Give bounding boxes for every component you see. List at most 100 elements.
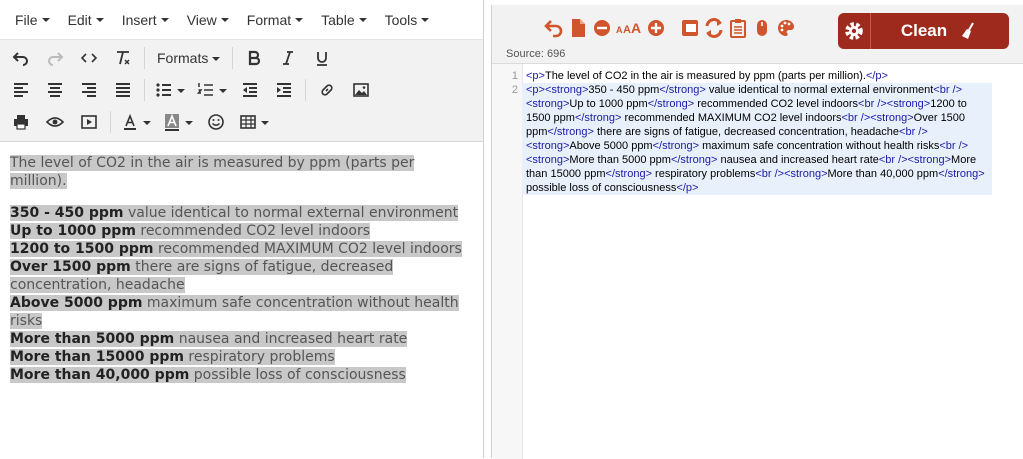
outdent-button[interactable]: [235, 77, 265, 103]
level-description: recommended MAXIMUM CO2 level indoors: [153, 241, 462, 257]
font-size-icon: AAA: [616, 20, 641, 36]
menu-label: Tools: [384, 11, 418, 28]
menu-insert[interactable]: Insert: [113, 12, 178, 28]
editor-content[interactable]: The level of CO2 in the air is measured …: [0, 142, 483, 410]
decrease-font-button[interactable]: [591, 17, 613, 39]
code-text: there are signs of fatigue, decreased co…: [593, 126, 900, 138]
caret-down-icon[interactable]: [261, 120, 269, 125]
font-size-button[interactable]: AAA: [615, 17, 643, 39]
clean-button[interactable]: Clean: [871, 13, 1009, 49]
print-button[interactable]: [6, 109, 36, 135]
level-line: 1200 to 1500 ppm recommended MAXIMUM CO2…: [10, 241, 462, 257]
caret-down-icon: [212, 56, 221, 61]
svg-text:A: A: [616, 25, 623, 35]
mouse-button[interactable]: [751, 17, 773, 39]
insert-link-button[interactable]: [312, 77, 342, 103]
italic-button[interactable]: [273, 45, 303, 71]
wrap-button[interactable]: [679, 17, 701, 39]
indent-button[interactable]: [269, 77, 299, 103]
caret-down-icon[interactable]: [185, 120, 193, 125]
menu-format[interactable]: Format: [238, 12, 312, 28]
menu-label: File: [15, 11, 38, 28]
clean-settings-button[interactable]: [838, 13, 871, 49]
intro-text: The level of CO2 in the air is measured …: [10, 155, 415, 189]
text-color-button[interactable]: [117, 109, 155, 135]
media-icon: [81, 115, 97, 129]
insert-image-button[interactable]: [346, 77, 376, 103]
justify-icon: [116, 83, 130, 97]
clear-formatting-button[interactable]: [108, 45, 138, 71]
menu-label: Table: [321, 11, 355, 28]
level-description: recommended CO2 level indoors: [135, 223, 371, 239]
caret-down-icon[interactable]: [219, 88, 227, 93]
menu-table[interactable]: Table: [312, 12, 375, 28]
increase-font-button[interactable]: [645, 17, 667, 39]
outdent-icon: [243, 83, 257, 97]
undo-button[interactable]: [6, 45, 36, 71]
source-code-button[interactable]: [74, 45, 104, 71]
source-code-editor[interactable]: 1 2 <p>The level of CO2 in the air is me…: [492, 63, 1023, 459]
caret-down-icon: [220, 18, 229, 22]
underline-button[interactable]: [307, 45, 337, 71]
clean-control: Clean: [838, 13, 1009, 49]
toolbar-separator: [232, 47, 234, 69]
bold-button[interactable]: [239, 45, 269, 71]
caret-down-icon[interactable]: [143, 120, 151, 125]
code-text: The level of CO2 in the air is measured …: [544, 70, 866, 82]
table-icon: [240, 115, 256, 129]
align-right-button[interactable]: [74, 77, 104, 103]
align-center-icon: [48, 83, 62, 97]
justify-button[interactable]: [108, 77, 138, 103]
formats-dropdown[interactable]: Formats: [149, 50, 228, 66]
menu-tools[interactable]: Tools: [376, 12, 439, 28]
menu-file[interactable]: File: [6, 12, 59, 28]
background-color-button[interactable]: [159, 109, 197, 135]
source-panel: AAA Clean Source: 696 1 2 <p>The level o…: [491, 5, 1023, 459]
code-text: Up to 1000 ppm: [569, 98, 648, 110]
redo-button[interactable]: [40, 45, 70, 71]
indent-icon: [277, 83, 291, 97]
editor-panel: File Edit Insert View Format Table Tools…: [0, 0, 484, 458]
toolbar-separator: [305, 79, 306, 101]
caret-down-icon[interactable]: [177, 88, 185, 93]
code-text: 350 - 450 ppm: [588, 84, 660, 96]
clipboard-button[interactable]: [727, 17, 749, 39]
table-button[interactable]: [235, 109, 273, 135]
svg-text:A: A: [631, 20, 641, 36]
numbered-list-button[interactable]: [193, 77, 231, 103]
align-center-button[interactable]: [40, 77, 70, 103]
bullet-list-button[interactable]: [151, 77, 189, 103]
code-text: Above 5000 ppm: [569, 140, 653, 152]
code-text: maximum safe concentration without healt…: [699, 140, 940, 152]
gear-icon: [845, 22, 863, 40]
source-toolbar: AAA Clean: [492, 5, 1023, 49]
editor-toolbar: Formats: [0, 40, 483, 142]
level-description: nausea and increased heart rate: [174, 331, 408, 347]
code-text: respiratory problems: [652, 168, 756, 180]
caret-down-icon: [41, 18, 50, 22]
toolbar-separator: [144, 47, 145, 69]
line-number-gutter: 1 2: [492, 64, 523, 459]
emoticons-button[interactable]: [201, 109, 231, 135]
code-text: recommended MAXIMUM CO2 level indoors: [621, 112, 842, 124]
align-right-icon: [82, 83, 96, 97]
level-line: More than 15000 ppm respiratory problems: [10, 349, 335, 365]
redo-icon: [48, 52, 64, 66]
menu-edit[interactable]: Edit: [59, 12, 113, 28]
preview-button[interactable]: [40, 109, 70, 135]
level-line: More than 5000 ppm nausea and increased …: [10, 331, 408, 347]
new-document-button[interactable]: [567, 17, 589, 39]
menu-view[interactable]: View: [178, 12, 238, 28]
level-range: 1200 to 1500 ppm: [10, 241, 154, 257]
swap-button[interactable]: [703, 17, 725, 39]
clean-label: Clean: [900, 21, 948, 40]
palette-icon: [778, 20, 794, 36]
level-range: Up to 1000 ppm: [10, 223, 136, 239]
caret-down-icon: [95, 18, 104, 22]
align-left-button[interactable]: [6, 77, 36, 103]
level-range: Above 5000 ppm: [10, 295, 143, 311]
undo-changes-button[interactable]: [543, 17, 565, 39]
media-button[interactable]: [74, 109, 104, 135]
theme-button[interactable]: [775, 17, 797, 39]
wrap-icon: [682, 20, 698, 36]
